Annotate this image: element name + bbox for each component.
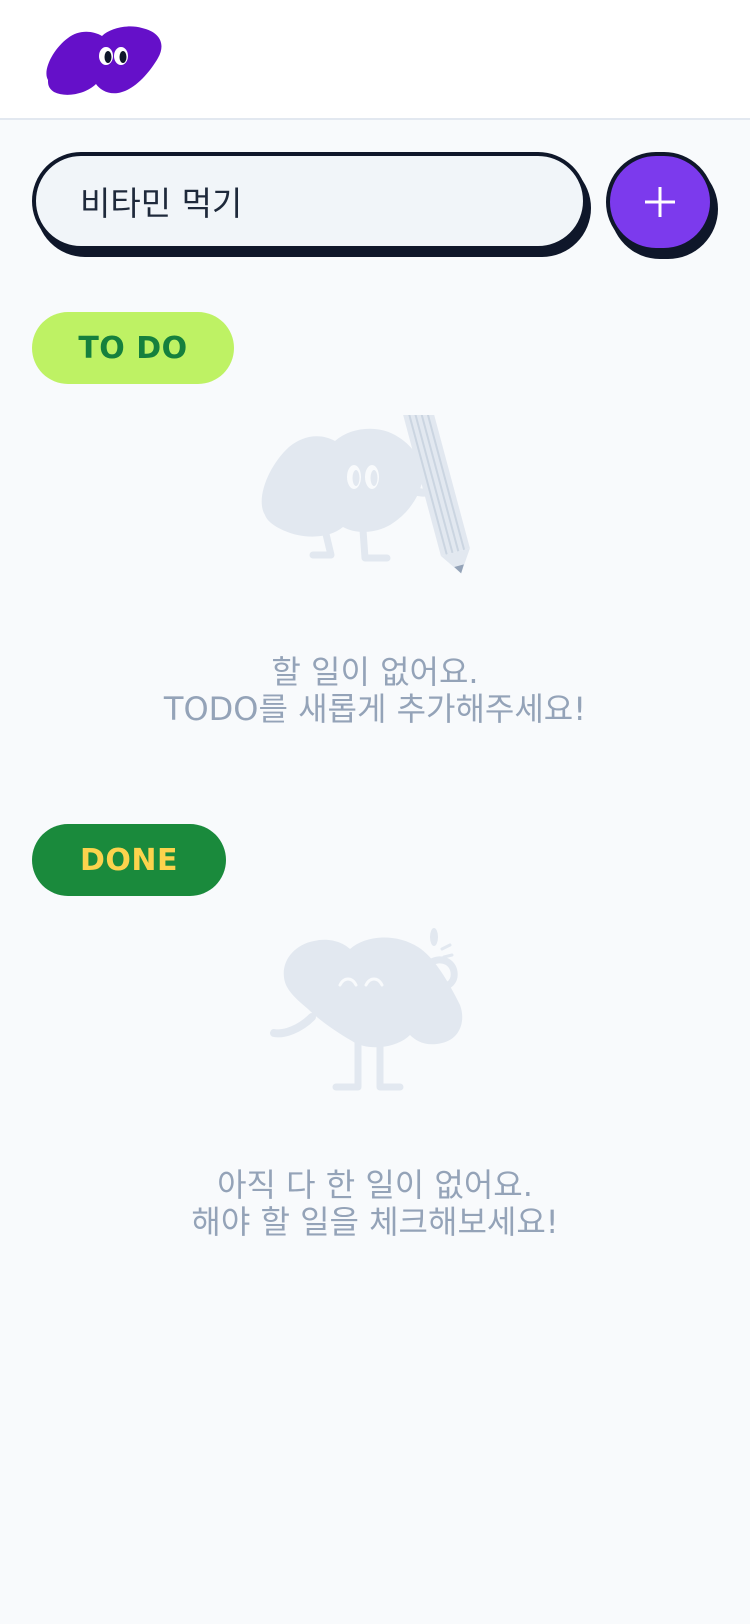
todo-input-container [32, 152, 591, 257]
done-section-badge: DONE [32, 824, 226, 896]
todo-section-label: TO DO [78, 330, 188, 366]
plus-icon [645, 187, 675, 217]
purple-blob-logo-icon[interactable] [40, 18, 166, 98]
done-empty-line1: 아직 다 한 일이 없어요. [217, 1166, 533, 1204]
blob-with-pencil-icon [261, 415, 470, 574]
todo-empty-line2: TODO를 새롭게 추가해주세요! [163, 690, 587, 728]
done-empty-message: 아직 다 한 일이 없어요. 해야 할 일을 체크해보세요! [0, 1167, 750, 1241]
top-bar [0, 0, 750, 120]
add-button-container [606, 152, 718, 264]
done-section-label: DONE [79, 842, 178, 878]
todo-section-badge: TO DO [32, 312, 234, 384]
done-empty-line2: 해야 할 일을 체크해보세요! [191, 1203, 559, 1241]
sleepy-blob-icon [270, 928, 463, 1091]
todo-empty-message: 할 일이 없어요. TODO를 새롭게 추가해주세요! [0, 654, 750, 728]
todo-input[interactable] [32, 152, 587, 250]
todo-empty-line1: 할 일이 없어요. [271, 653, 479, 691]
add-todo-button[interactable] [606, 152, 714, 252]
